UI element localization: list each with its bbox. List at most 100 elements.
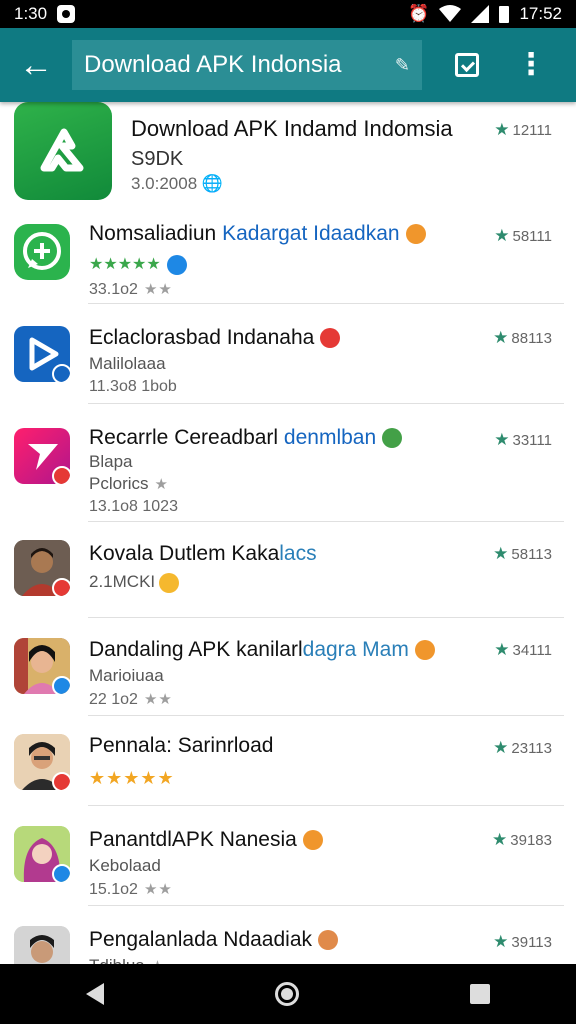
corner-badge-icon (52, 864, 70, 882)
corner-badge-icon (52, 364, 70, 382)
avatar (14, 826, 70, 882)
app-rating: ★ 33111 (494, 430, 552, 449)
award-badge-icon (414, 640, 435, 661)
search-field[interactable]: Download APK Indonsia ✎ (72, 40, 422, 90)
select-button[interactable] (434, 28, 500, 102)
app-meta: 22 1o2 ★★ (89, 691, 173, 708)
overflow-menu-button[interactable]: ⋮ (500, 28, 562, 102)
back-button[interactable]: ← (0, 28, 72, 102)
star-icon: ★ (494, 430, 510, 449)
star-icon: ★ (493, 328, 509, 347)
app-list-item[interactable]: Eclaclorasbad Indanaha Malilolaaa 11.3o8… (0, 304, 576, 404)
nav-back-icon[interactable] (85, 983, 104, 1005)
app-list-item[interactable]: Nomsaliadiun Kadargat Idaadkan ★★★★★ 33.… (0, 210, 576, 304)
featured-app-meta: 3.0:2008 🌐 (131, 174, 224, 193)
app-title: Pengalanlada Ndaadiak (89, 928, 339, 952)
app-title: Nomsaliadiun Kadargat Idaadkan (89, 222, 426, 246)
corner-badge-icon (52, 772, 70, 790)
app-rating: ★ 23113 (493, 738, 552, 757)
star-icon: ★ (493, 932, 509, 951)
app-list-item[interactable]: Kovala Dutlem Kakalacs 2.1MCKI ★ 58113 (0, 522, 576, 618)
app-developer: Marioiuaa (89, 666, 164, 685)
corner-badge-icon (52, 676, 70, 694)
nav-home-icon[interactable] (274, 982, 299, 1006)
more-vert-icon: ⋮ (516, 48, 546, 81)
app-rating: ★ 39113 (493, 932, 552, 951)
play-triangle-icon (14, 326, 70, 382)
globe-icon: 🌐 (201, 174, 224, 193)
app-title: Recarrle Cereadbarl denmlban (89, 426, 403, 450)
award-badge-icon (302, 830, 323, 851)
status-bar: 1:30 ⏰ 17:52 (0, 0, 576, 28)
award-badge-icon (318, 930, 339, 951)
app-toolbar: ← Download APK Indonsia ✎ ⋮ (0, 28, 576, 102)
signal-icon (471, 5, 490, 23)
featured-app-rating: ★ 12111 (494, 120, 552, 139)
star-icon: ★ (493, 738, 509, 757)
app-rating: ★ 58111 (494, 226, 552, 245)
star-icon: ★ (493, 544, 509, 563)
alarm-icon: ⏰ (408, 4, 430, 23)
app-list-item[interactable]: Pengalanlada Ndaadiak Tdiblua★ ★39113 (0, 906, 576, 964)
star-icon: ★ (494, 120, 510, 139)
rating-stars: ★★★★★ (89, 768, 175, 788)
app-title: Eclaclorasbad Indanaha (89, 326, 341, 350)
nav-recents-icon[interactable] (470, 984, 491, 1004)
battery-icon (499, 5, 510, 23)
app-category: Pclorics ★ (89, 474, 169, 493)
verified-check-icon (167, 254, 188, 275)
system-nav-bar (0, 964, 576, 1024)
status-time-right: 17:52 (519, 4, 562, 23)
app-rating: ★ 58113 (493, 544, 552, 563)
checkbox-icon (455, 53, 479, 77)
avatar (14, 734, 70, 790)
send-arrow-icon (14, 428, 70, 484)
download-arrow-icon (40, 128, 84, 172)
status-time-left: 1:30 (14, 4, 48, 23)
featured-app-item[interactable]: Download APK Indamd Indomsia S9DK 3.0:20… (0, 102, 576, 210)
app-developer: Kebolaad (89, 856, 161, 875)
app-meta: 33.1o2 ★★ (89, 281, 173, 298)
app-meta: 13.1o8 1023 (89, 498, 178, 515)
featured-app-title: Download APK Indamd Indomsia (131, 116, 453, 141)
app-title: PanantdlAPK Nanesia (89, 828, 323, 852)
app-title: Kovala Dutlem Kakalacs (89, 542, 317, 565)
pencil-icon[interactable]: ✎ (395, 55, 410, 76)
avatar (14, 540, 70, 596)
featured-app-icon (14, 102, 112, 200)
corner-badge-icon (52, 578, 70, 596)
shield-badge-icon (159, 572, 180, 593)
corner-badge-icon (52, 466, 70, 484)
check-badge-icon (382, 428, 403, 449)
app-list-item[interactable]: Pennala: Sarinrload ★★★★★ ★ 23113 (0, 716, 576, 806)
app-rating: ★ 39183 (492, 830, 552, 849)
app-list: Download APK Indamd Indomsia S9DK 3.0:20… (0, 102, 576, 964)
notification-app-icon (57, 5, 76, 23)
app-list-item[interactable]: PanantdlAPK Nanesia Kebolaad 15.1o2 ★★ ★ 3… (0, 806, 576, 906)
app-title: Dandaling APK kanilarldagra Mam (89, 638, 435, 662)
avatar (14, 638, 70, 694)
app-developer: Tdiblua★ (89, 956, 165, 964)
app-list-item[interactable]: Dandaling APK kanilarldagra Mam Marioiua… (0, 618, 576, 716)
app-developer: Blapa (89, 452, 133, 471)
app-developer: Malilolaaa (89, 354, 166, 373)
wifi-icon (439, 5, 462, 22)
app-title: Pennala: Sarinrload (89, 734, 274, 757)
star-icon: ★ (494, 226, 510, 245)
arrow-left-icon: ← (19, 45, 53, 84)
app-rating: ★ 34111 (494, 640, 552, 659)
app-meta: 11.3o8 1bob (89, 378, 177, 395)
star-icon: ★ (494, 640, 510, 659)
star-icon: ★ (492, 830, 508, 849)
verified-badge-icon (405, 224, 426, 245)
app-size: 2.1MCKI (89, 572, 180, 593)
avatar (14, 926, 70, 964)
rating-stars: ★★★★★ (89, 254, 188, 275)
app-meta: 15.1o2 ★★ (89, 881, 173, 898)
app-list-item[interactable]: Recarrle Cereadbarl denmlban Blapa Pclor… (0, 404, 576, 522)
search-text: Download APK Indonsia (84, 51, 342, 78)
featured-app-subtitle: S9DK (131, 148, 184, 170)
warning-badge-icon (320, 328, 341, 349)
chat-bubble-icon (14, 224, 70, 280)
app-rating: ★ 88113 (493, 328, 552, 347)
